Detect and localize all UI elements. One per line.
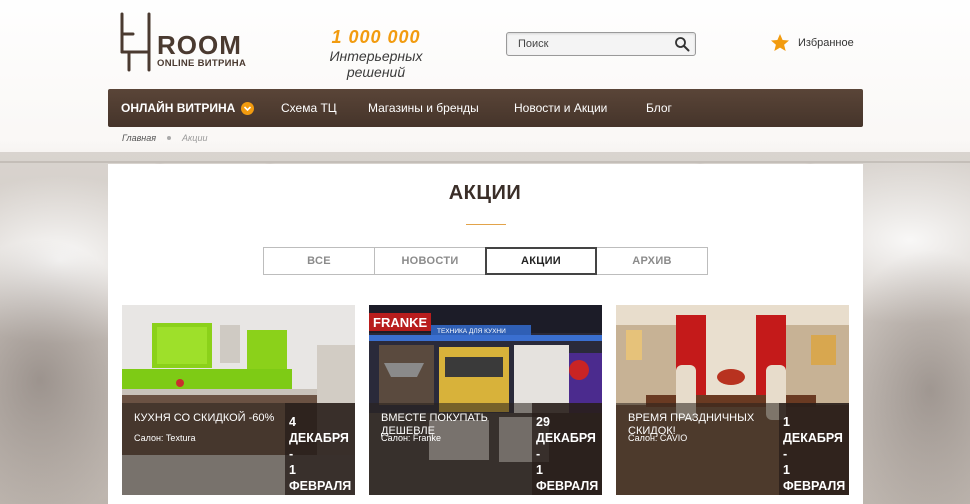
nav-item-label: ОНЛАЙН ВИТРИНА [121,101,236,115]
filter-tabs: ВСЕ НОВОСТИ АКЦИИ АРХИВ [263,247,708,275]
nav-item-label: Магазины и бренды [368,101,479,115]
card-date-range: 4 ДЕКАБРЯ - 1 ФЕВРАЛЯ [289,414,353,494]
page-title: АКЦИИ [448,182,522,204]
date-separator: - [536,447,541,461]
search-box [506,32,696,56]
favorites-link[interactable]: Избранное [770,33,854,53]
date-from-month: ДЕКАБРЯ [536,431,596,445]
breadcrumb-separator [167,136,172,140]
date-from-day: 4 [289,415,296,429]
logo-subtitle: ONLINE ВИТРИНА [157,58,247,69]
date-to-month: ФЕВРАЛЯ [783,479,846,493]
nav-item-stores-brands[interactable]: Магазины и бренды [368,101,479,115]
date-from-month: ДЕКАБРЯ [289,431,349,445]
date-to-month: ФЕВРАЛЯ [289,479,352,493]
nav-item-label: Новости и Акции [514,101,608,115]
search-icon[interactable] [674,36,690,52]
chair-logo-icon [120,12,151,72]
slogan: 1 000 000 Интерьерных решений [300,27,452,80]
tab-promos[interactable]: АКЦИИ [485,247,597,275]
star-icon [771,34,789,51]
nav-item-label: Блог [646,101,672,115]
nav-item-mall-map[interactable]: Схема ТЦ [281,101,337,115]
date-to-month: ФЕВРАЛЯ [536,479,599,493]
nav-item-label: Схема ТЦ [281,101,337,115]
favorites-label: Избранное [798,37,854,49]
date-from-day: 1 [783,415,790,429]
tab-news[interactable]: НОВОСТИ [374,247,486,275]
franke-logo-text: FRANKE [373,315,427,330]
date-to-day: 1 [783,463,790,477]
date-separator: - [289,447,294,461]
breadcrumb: Главная Акции [122,133,207,143]
chevron-down-icon [241,101,255,115]
promo-card[interactable]: FRANKE ТЕХНИКА ДЛЯ КУХНИ ВМЕСТЕ ПОКУПАТЬ… [369,305,602,495]
date-to-day: 1 [536,463,543,477]
card-salon: Салон: CAVIO [628,433,688,443]
promo-card[interactable]: КУХНЯ СО СКИДКОЙ -60% Салон: Textura 4 Д… [122,305,355,495]
date-separator: - [783,447,788,461]
logo-title: ROOM [157,30,242,60]
breadcrumb-current: Акции [182,133,208,143]
banner-text: ТЕХНИКА ДЛЯ КУХНИ [437,328,506,335]
card-salon: Салон: Textura [134,433,196,443]
card-title: КУХНЯ СО СКИДКОЙ -60% [134,412,275,424]
title-divider [466,224,506,225]
card-date-range: 29 ДЕКАБРЯ - 1 ФЕВРАЛЯ [536,414,600,494]
card-date-range: 1 ДЕКАБРЯ - 1 ФЕВРАЛЯ [783,414,847,494]
tab-archive[interactable]: АРХИВ [596,247,708,275]
breadcrumb-home[interactable]: Главная [122,133,156,143]
date-from-month: ДЕКАБРЯ [783,431,843,445]
tab-all[interactable]: ВСЕ [263,247,375,275]
slogan-text: Интерьерных решений [329,48,423,80]
date-to-day: 1 [289,463,296,477]
promo-card[interactable]: ВРЕМЯ ПРАЗДНИЧНЫХ СКИДОК! Салон: CAVIO 1… [616,305,849,495]
nav-item-online-showcase[interactable]: ОНЛАЙН ВИТРИНА [121,101,255,115]
nav-item-news-promos[interactable]: Новости и Акции [514,101,607,115]
card-salon: Салон: Franke [381,433,441,443]
slogan-number: 1 000 000 [331,27,421,47]
site-logo[interactable]: ROOM ONLINE ВИТРИНА [119,12,246,74]
nav-item-blog[interactable]: Блог [646,101,672,115]
date-from-day: 29 [536,415,550,429]
search-input[interactable] [507,33,667,55]
main-nav: ОНЛАЙН ВИТРИНА Схема ТЦ Магазины и бренд… [108,89,863,127]
